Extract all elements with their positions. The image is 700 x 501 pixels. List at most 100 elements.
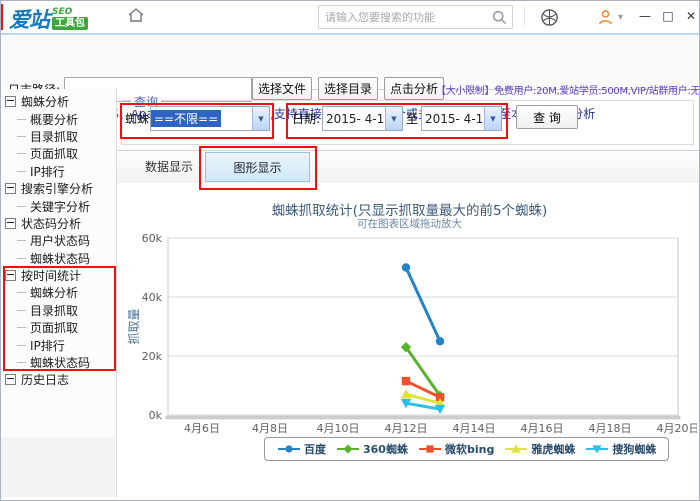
maximize-button[interactable]: □ <box>659 8 677 24</box>
toolbar-buttons: 选择文件选择目录点击分析 <box>252 77 444 100</box>
x-tick-label: 4月16日 <box>521 422 564 435</box>
legend-label: 360蜘蛛 <box>363 441 408 457</box>
x-tick-label: 4月8日 <box>252 422 288 435</box>
chevron-down-icon[interactable]: ▼ <box>252 107 269 130</box>
sidebar-item-2-1[interactable]: 蜘蛛状态码 <box>0 250 116 267</box>
logo-badge: 工具包 <box>52 17 88 30</box>
tree-connector <box>17 345 26 346</box>
sidebar-item-label: 蜘蛛状态码 <box>30 354 90 371</box>
sidebar-item-label: IP排行 <box>30 337 65 354</box>
sidebar-item-label: 目录抓取 <box>30 128 78 145</box>
legend-marker-icon <box>336 443 360 455</box>
tab-graph-display[interactable]: 图形显示 <box>205 152 310 182</box>
sidebar-item-3-4[interactable]: 蜘蛛状态码 <box>0 354 116 371</box>
sidebar-item-0-3[interactable]: IP排行 <box>0 163 116 180</box>
user-menu-caret-icon[interactable]: ▾ <box>618 12 623 23</box>
minimize-button[interactable]: — <box>636 8 654 24</box>
date-to-select[interactable]: 2015- 4-13 ▼ <box>421 106 502 131</box>
chart-legend: 百度 360蜘蛛 微软bing 雅虎蜘蛛搜狗蜘蛛 <box>264 437 669 461</box>
close-button[interactable]: ✕ <box>682 8 700 24</box>
date-to-value: 2015- 4-13 <box>422 112 484 126</box>
size-limit-text: 【大小限制】免费用户:20M,爱站学员:500M,VIP/站群用户:无限制 <box>436 82 700 97</box>
home-icon[interactable] <box>127 7 147 25</box>
toolbar-button-1[interactable]: 选择目录 <box>318 77 378 100</box>
sidebar-group-4[interactable]: 历史日志 <box>0 371 116 388</box>
sidebar-group-label: 蜘蛛分析 <box>21 93 69 110</box>
tab-data-display[interactable]: 数据显示 <box>137 158 201 175</box>
x-axis-bar <box>166 416 680 419</box>
date-from-select[interactable]: 2015- 4-12 ▼ <box>322 106 403 131</box>
legend-label: 微软bing <box>445 441 494 457</box>
network-ball-icon[interactable] <box>538 6 560 28</box>
legend-item-百度[interactable]: 百度 <box>277 441 326 457</box>
sidebar-group-3[interactable]: 按时间统计 <box>0 267 116 284</box>
sidebar-item-0-1[interactable]: 目录抓取 <box>0 128 116 145</box>
sidebar: 蜘蛛分析概要分析目录抓取页面抓取IP排行搜索引擎分析关键字分析状态码分析用户状态… <box>0 89 117 497</box>
sidebar-item-3-0[interactable]: 蜘蛛分析 <box>0 284 116 301</box>
tree-connector <box>17 119 26 120</box>
tree-expander-icon[interactable] <box>5 270 16 281</box>
tree-connector <box>17 292 26 293</box>
tree-expander-icon[interactable] <box>5 374 16 385</box>
sidebar-item-label: 用户状态码 <box>30 232 90 249</box>
legend-label: 雅虎蜘蛛 <box>531 441 575 457</box>
date-to-label: 至 <box>406 110 418 127</box>
y-tick-label: 60k <box>142 232 163 245</box>
search-input[interactable] <box>319 11 492 24</box>
sidebar-item-label: 目录抓取 <box>30 302 78 319</box>
sidebar-item-label: 蜘蛛分析 <box>30 284 78 301</box>
y-tick-label: 40k <box>142 291 163 304</box>
legend-item-雅虎蜘蛛[interactable]: 雅虎蜘蛛 <box>504 441 575 457</box>
query-button[interactable]: 查 询 <box>516 105 578 129</box>
tree-connector <box>17 153 26 154</box>
app-logo: 爱站 SEO 工具包 <box>9 4 88 34</box>
logo-text-cn: 爱站 <box>9 4 49 34</box>
sidebar-group-label: 搜索引擎分析 <box>21 180 93 197</box>
log-path-panel: 日志路径: 选择文件选择目录点击分析 【大小限制】免费用户:20M,爱站学员:5… <box>0 35 700 90</box>
legend-item-搜狗蜘蛛[interactable]: 搜狗蜘蛛 <box>585 441 656 457</box>
tree-connector <box>17 136 26 137</box>
x-tick-label: 4月10日 <box>317 422 360 435</box>
sidebar-item-label: 蜘蛛状态码 <box>30 250 90 267</box>
y-axis-title: 抓取量 <box>127 308 141 344</box>
sidebar-item-3-2[interactable]: 页面抓取 <box>0 319 116 336</box>
legend-marker-icon <box>277 443 301 455</box>
legend-label: 百度 <box>304 441 326 457</box>
date-label: 日期: <box>292 110 320 127</box>
legend-item-360蜘蛛[interactable]: 360蜘蛛 <box>336 441 408 457</box>
spider-crawl-chart: 蜘蛛抓取统计(只显示抓取量最大的前5个蜘蛛) 可在图表区域拖动放大 0k20k4… <box>122 185 697 491</box>
sidebar-group-2[interactable]: 状态码分析 <box>0 215 116 232</box>
legend-marker-icon <box>504 443 528 455</box>
sidebar-group-1[interactable]: 搜索引擎分析 <box>0 180 116 197</box>
x-tick-label: 4月14日 <box>453 422 496 435</box>
tree-connector <box>17 362 26 363</box>
legend-item-微软bing[interactable]: 微软bing <box>418 441 494 457</box>
sidebar-item-3-3[interactable]: IP排行 <box>0 336 116 353</box>
chevron-down-icon[interactable]: ▼ <box>484 107 501 130</box>
title-bar: 爱站 SEO 工具包 ▾ — □ ✕ <box>0 0 700 35</box>
user-account-icon[interactable] <box>594 6 616 28</box>
sidebar-tree: 蜘蛛分析概要分析目录抓取页面抓取IP排行搜索引擎分析关键字分析状态码分析用户状态… <box>0 93 116 389</box>
sidebar-item-0-0[interactable]: 概要分析 <box>0 110 116 127</box>
sidebar-item-2-0[interactable]: 用户状态码 <box>0 232 116 249</box>
search-icon[interactable] <box>492 10 512 25</box>
tree-connector <box>17 258 26 259</box>
y-tick-label: 20k <box>142 350 163 363</box>
sidebar-item-label: 页面抓取 <box>30 319 78 336</box>
tree-expander-icon[interactable] <box>5 218 16 229</box>
tree-expander-icon[interactable] <box>5 96 16 107</box>
sidebar-item-0-2[interactable]: 页面抓取 <box>0 145 116 162</box>
tree-connector <box>17 206 26 207</box>
sidebar-item-3-1[interactable]: 目录抓取 <box>0 302 116 319</box>
tab-graph-label: 图形显示 <box>233 159 281 176</box>
sidebar-group-0[interactable]: 蜘蛛分析 <box>0 93 116 110</box>
toolbar-button-0[interactable]: 选择文件 <box>252 77 312 100</box>
logo-text-seo: SEO <box>52 8 72 17</box>
tree-expander-icon[interactable] <box>5 183 16 194</box>
tree-connector <box>17 171 26 172</box>
sidebar-item-label: 概要分析 <box>30 111 78 128</box>
sidebar-item-1-0[interactable]: 关键字分析 <box>0 197 116 214</box>
x-tick-label: 4月18日 <box>589 422 632 435</box>
spider-select[interactable]: ==不限== ▼ <box>150 106 270 131</box>
chevron-down-icon[interactable]: ▼ <box>385 107 402 130</box>
